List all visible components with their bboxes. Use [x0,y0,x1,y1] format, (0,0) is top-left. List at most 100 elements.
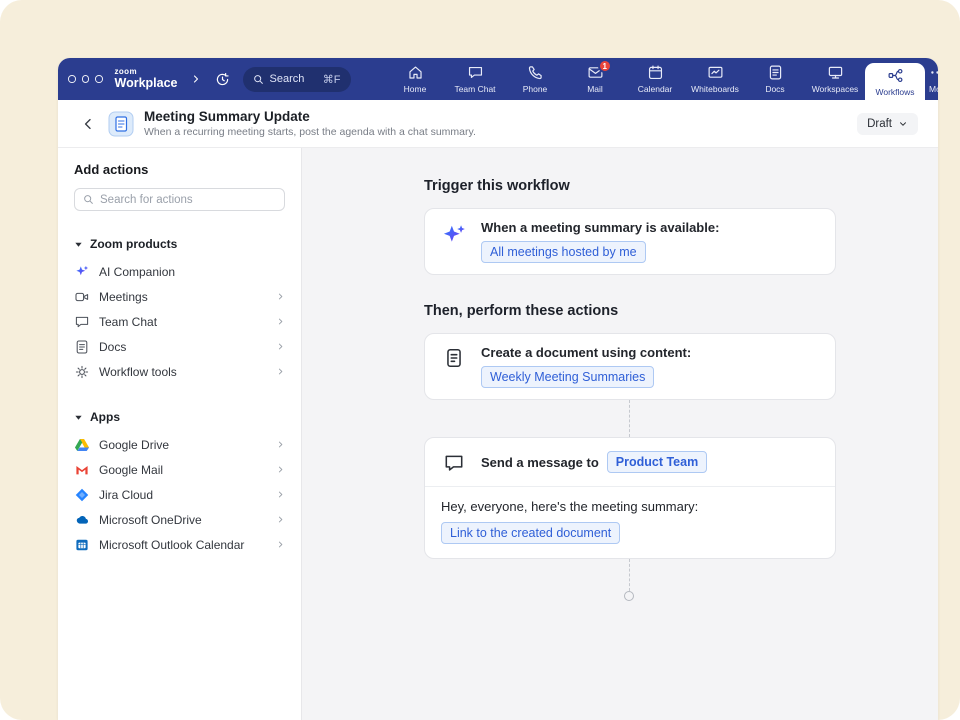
workflow-canvas: Trigger this workflow When a meeting sum… [302,148,938,720]
sidebar-item-team-chat[interactable]: Team Chat [74,309,285,334]
trigger-heading: Trigger this workflow [424,178,836,194]
docs-icon [74,339,90,355]
mail-badge: 1 [598,59,612,73]
caret-down-icon [74,413,83,422]
section-header-apps[interactable]: Apps [74,408,285,426]
document-icon [441,345,467,369]
send-message-card[interactable]: Send a message to Product Team Hey, ever… [424,437,836,559]
nav-item-label: Team Chat [454,84,495,94]
actions-search-input[interactable] [100,194,276,206]
chevron-right-icon [276,465,285,474]
search-label: Search [270,73,317,85]
history-icon[interactable] [214,71,231,88]
chevron-right-icon [276,440,285,449]
sidebar-item-label: Microsoft Outlook Calendar [99,538,267,552]
window-zoom-button[interactable] [95,75,103,83]
nav-item-phone[interactable]: Phone [505,58,565,100]
sidebar-item-jira-cloud[interactable]: Jira Cloud [74,482,285,507]
google-mail-icon [74,462,90,478]
sidebar-item-label: Microsoft OneDrive [99,513,267,527]
sidebar-title: Add actions [74,162,285,177]
sidebar-item-microsoft-onedrive[interactable]: Microsoft OneDrive [74,507,285,532]
nav-item-label: Calendar [638,84,673,94]
nav-left-cluster: zoom Workplace Search ⌘F [68,58,351,100]
chevron-right-icon [276,342,285,351]
outlook-calendar-icon [74,537,90,553]
nav-item-docs[interactable]: Docs [745,58,805,100]
nav-item-label: Workspaces [812,84,859,94]
window-minimize-button[interactable] [82,75,90,83]
chevron-right-icon [276,490,285,499]
window-close-button[interactable] [68,75,76,83]
sidebar-item-google-drive[interactable]: Google Drive [74,432,285,457]
page-background: zoom Workplace Search ⌘F [0,0,960,720]
onedrive-icon [74,512,90,528]
trigger-scope-chip[interactable]: All meetings hosted by me [481,241,646,263]
calendar-icon [647,64,664,81]
meetings-icon [74,289,90,305]
sidebar-item-google-mail[interactable]: Google Mail [74,457,285,482]
nav-item-label: Mail [587,84,603,94]
section-label: Zoom products [90,237,177,251]
sidebar-item-label: Jira Cloud [99,488,267,502]
global-search[interactable]: Search ⌘F [243,67,351,92]
zoom-workplace-logo: zoom Workplace [115,68,178,90]
back-button[interactable] [78,116,98,132]
nav-item-workspaces[interactable]: Workspaces [805,58,865,100]
whiteboards-icon [707,64,724,81]
chevron-right-icon [276,292,285,301]
section-apps: Apps Google Drive [74,408,285,557]
document-content-chip[interactable]: Weekly Meeting Summaries [481,366,654,388]
chevron-right-icon[interactable] [190,73,202,85]
chevron-right-icon [276,540,285,549]
phone-icon [527,64,544,81]
workflow-end-node[interactable] [624,591,634,601]
logo-line2: Workplace [115,77,178,90]
workspaces-icon [827,64,844,81]
home-icon [407,64,424,81]
sidebar-item-docs[interactable]: Docs [74,334,285,359]
ai-sparkle-icon [441,220,467,248]
sidebar-item-ai-companion[interactable]: AI Companion [74,259,285,284]
caret-down-icon [74,240,83,249]
nav-item-more[interactable]: More [925,58,938,100]
sidebar-item-workflow-tools[interactable]: Workflow tools [74,359,285,384]
nav-item-workflows[interactable]: Workflows [865,63,925,100]
ai-companion-icon [74,264,90,280]
recipient-chip[interactable]: Product Team [607,451,707,473]
sidebar-item-label: Team Chat [99,315,267,329]
page-title: Meeting Summary Update [144,109,476,124]
sidebar-item-label: Workflow tools [99,365,267,379]
create-document-text: Create a document using content: [481,345,691,360]
send-message-text: Send a message to [481,455,599,470]
sidebar-item-microsoft-outlook-calendar[interactable]: Microsoft Outlook Calendar [74,532,285,557]
trigger-card[interactable]: When a meeting summary is available: All… [424,208,836,275]
team-chat-icon [467,64,484,81]
nav-tabs: Home Team Chat Phone Mail 1 Calend [385,58,938,100]
jira-cloud-icon [74,487,90,503]
draft-status-dropdown[interactable]: Draft [857,113,918,135]
nav-item-whiteboards[interactable]: Whiteboards [685,58,745,100]
actions-heading: Then, perform these actions [424,303,836,319]
sidebar-item-meetings[interactable]: Meetings [74,284,285,309]
nav-item-team-chat[interactable]: Team Chat [445,58,505,100]
docs-icon [767,64,784,81]
send-message-header: Send a message to Product Team [425,438,835,487]
nav-item-label: Whiteboards [691,84,739,94]
window-controls [68,75,103,83]
nav-item-label: Phone [523,84,548,94]
search-icon [83,194,94,205]
nav-item-home[interactable]: Home [385,58,445,100]
section-header-zoom-products[interactable]: Zoom products [74,235,285,253]
chat-bubble-icon [441,450,467,474]
nav-item-mail[interactable]: Mail 1 [565,58,625,100]
nav-item-calendar[interactable]: Calendar [625,58,685,100]
actions-sidebar: Add actions Zoom products [58,148,302,720]
create-document-card[interactable]: Create a document using content: Weekly … [424,333,836,400]
workflow-header: Meeting Summary Update When a recurring … [58,100,938,148]
message-body-text: Hey, everyone, here's the meeting summar… [441,499,819,514]
sidebar-item-label: Google Drive [99,438,267,452]
document-link-chip[interactable]: Link to the created document [441,522,620,544]
workflow-connector [629,400,630,437]
actions-search[interactable] [74,188,285,211]
